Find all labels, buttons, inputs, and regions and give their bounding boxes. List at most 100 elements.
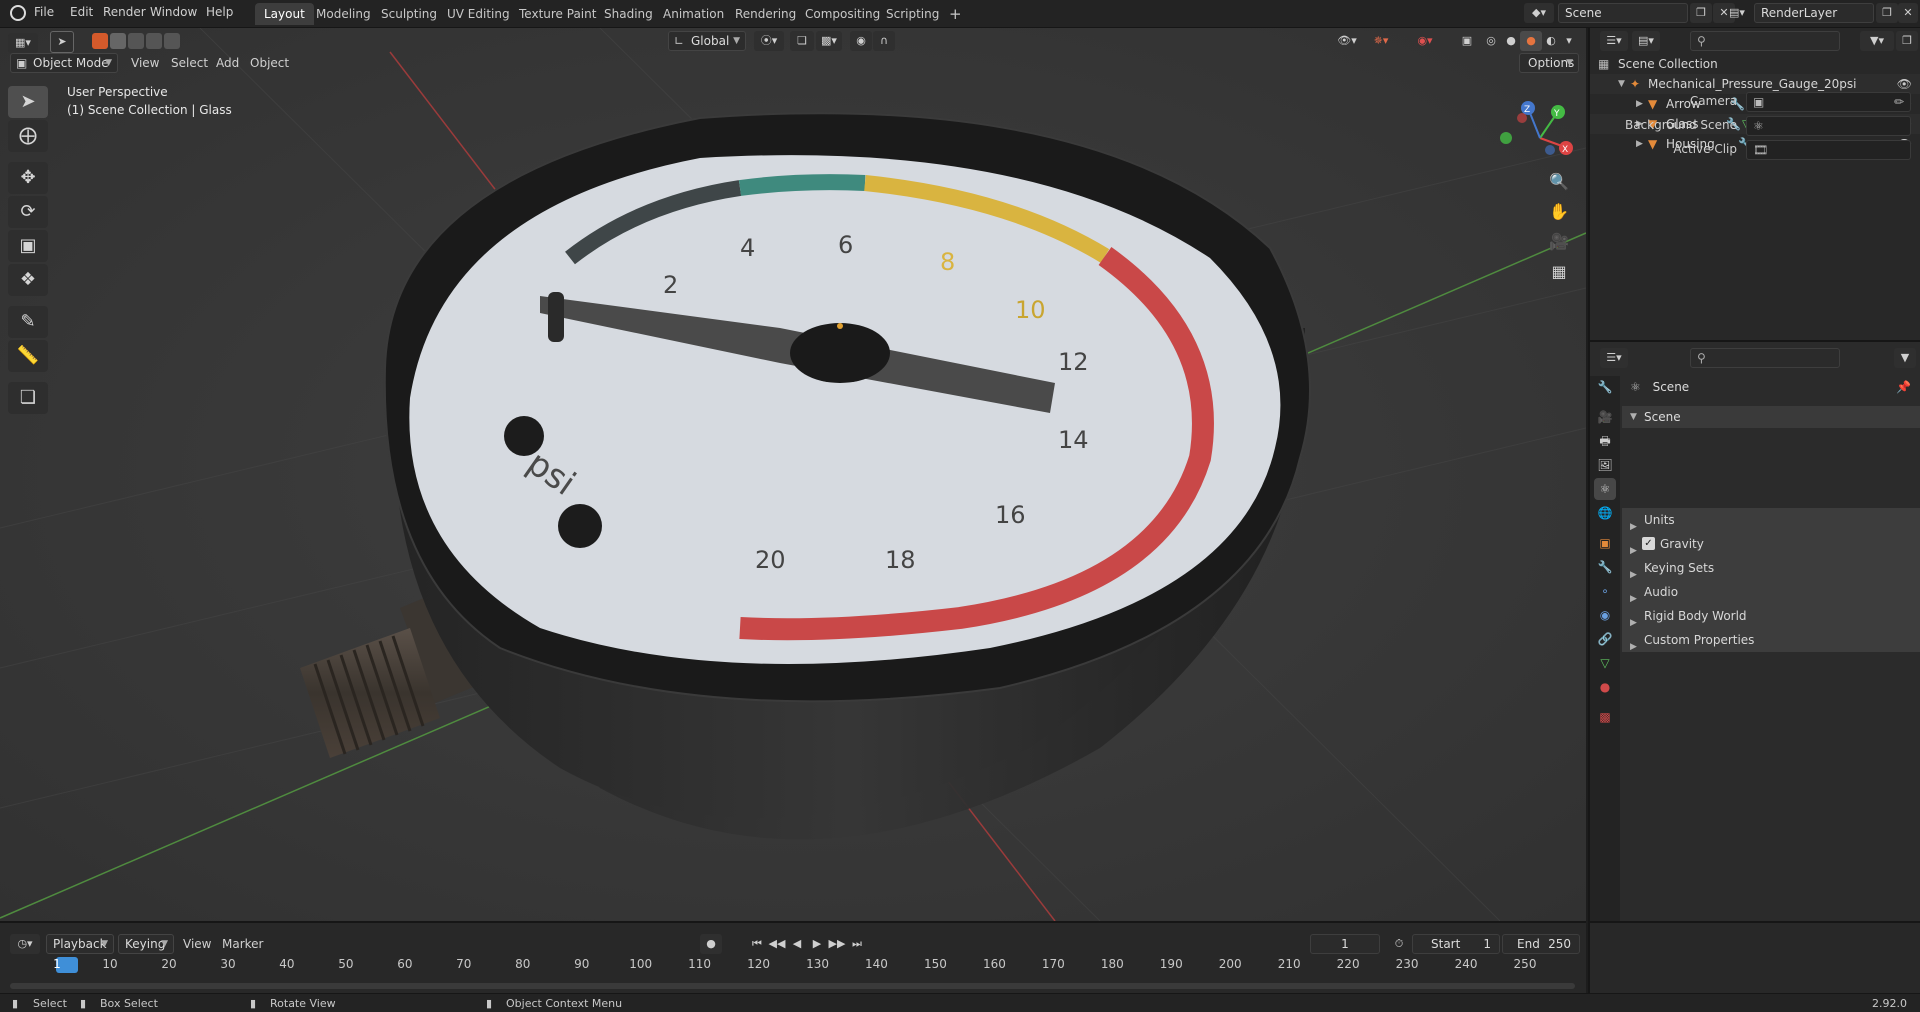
outliner-search-input[interactable]: ⚲ [1690, 31, 1840, 51]
scene-tab-icon[interactable]: ⚛ [1594, 478, 1616, 500]
pin-icon[interactable]: 📌 [1896, 380, 1911, 394]
rotate-tool[interactable]: ⟳ [8, 196, 48, 228]
particles-tab-icon[interactable]: ∘ [1594, 580, 1616, 602]
viewport-menu-add[interactable]: Add [216, 56, 239, 70]
snap-target-icon[interactable]: ▩▾ [816, 31, 842, 51]
new-view-layer-icon[interactable]: ❐ [1876, 3, 1898, 23]
new-scene-icon[interactable]: ❐ [1690, 3, 1712, 23]
properties-editor-type-icon[interactable]: ☰▾ [1600, 348, 1628, 368]
filter-icon[interactable]: ▼▾ [1860, 31, 1894, 51]
select-extend-icon[interactable] [110, 33, 126, 49]
proportional-edit-icon[interactable]: ◉ [850, 31, 872, 51]
view-layer-icon[interactable]: ▤▾ [1722, 3, 1752, 23]
select-subtract-icon[interactable] [128, 33, 144, 49]
gizmo-neg-z[interactable] [1545, 145, 1555, 155]
eyedropper-icon[interactable]: ✏ [1894, 95, 1904, 109]
add-workspace-button[interactable]: + [940, 3, 971, 25]
gizmo-toggle-icon[interactable]: ✵▾ [1366, 31, 1396, 51]
object-data-tab-icon[interactable]: ▽ [1594, 652, 1616, 674]
world-tab-icon[interactable]: 🌐 [1594, 502, 1616, 524]
tab-sculpting[interactable]: Sculpting [372, 3, 446, 25]
gizmo-neg-y[interactable] [1500, 132, 1512, 144]
menu-render[interactable]: Render [103, 5, 146, 19]
viewport-menu-select[interactable]: Select [171, 56, 208, 70]
jump-keyframe-back-icon[interactable]: ◀◀ [766, 934, 788, 954]
gravity-panel-header[interactable]: ▶ ✓ Gravity [1622, 532, 1920, 556]
jump-start-icon[interactable]: ⏮ [746, 934, 768, 954]
render-tab-icon[interactable]: 🎥 [1594, 406, 1616, 428]
output-tab-icon[interactable]: 🖶 [1594, 430, 1616, 452]
tab-rendering[interactable]: Rendering [726, 3, 805, 25]
background-scene-field[interactable]: ⚛ [1746, 116, 1911, 136]
outliner-editor-type-icon[interactable]: ☰▾ [1600, 31, 1628, 51]
menu-file[interactable]: File [34, 5, 54, 19]
tool-settings-tab-icon[interactable]: 🔧 [1594, 376, 1616, 398]
jump-end-icon[interactable]: ⏭ [846, 934, 868, 954]
tab-compositing[interactable]: Compositing [796, 3, 889, 25]
timeline-menu-marker[interactable]: Marker [222, 937, 263, 951]
shading-options-chevron-icon[interactable]: ▾ [1560, 31, 1578, 51]
rendered-shading-icon[interactable]: ◐ [1540, 31, 1562, 51]
texture-tab-icon[interactable]: ▩ [1594, 706, 1616, 728]
move-tool[interactable]: ✥ [8, 162, 48, 194]
pan-icon[interactable]: ✋ [1544, 198, 1574, 226]
editor-type-icon[interactable]: ▦▾ [8, 33, 38, 53]
ortho-grid-icon[interactable]: ▦ [1544, 258, 1574, 286]
properties-options-chevron-icon[interactable]: ▼ [1894, 348, 1916, 368]
select-box-tool[interactable]: ➤ [8, 86, 48, 118]
viewport-menu-view[interactable]: View [131, 56, 159, 70]
select-intersect-icon[interactable] [164, 33, 180, 49]
falloff-icon[interactable]: ∩ [873, 31, 895, 51]
outliner-row-scene-collection[interactable]: ▦ Scene Collection [1590, 54, 1920, 74]
object-tab-icon[interactable]: ▣ [1594, 532, 1616, 554]
new-collection-icon[interactable]: ❐ [1896, 31, 1918, 51]
pivot-point-icon[interactable]: ⦿▾ [754, 31, 784, 51]
menu-help[interactable]: Help [206, 5, 233, 19]
keying-sets-panel-header[interactable]: ▶ Keying Sets [1622, 556, 1920, 580]
add-cube-tool[interactable]: ❏ [8, 382, 48, 414]
tab-modeling[interactable]: Modeling [307, 3, 380, 25]
scale-tool[interactable]: ▣ [8, 230, 48, 262]
preview-range-clock-icon[interactable]: ⏱ [1388, 934, 1410, 954]
3d-viewport[interactable]: ▦▾ ➤ ∟ Global ▼ ⦿▾ ❏ ▩▾ ◉ ∩ 👁▾ ✵▾ ◉▾ ▣ ◎… [0, 28, 1586, 921]
material-preview-shading-icon[interactable]: ● [1520, 31, 1542, 51]
gizmo-neg-x[interactable] [1517, 113, 1527, 123]
constraints-tab-icon[interactable]: 🔗 [1594, 628, 1616, 650]
camera-field[interactable]: ▣ ✏ [1746, 92, 1911, 112]
modifier-tab-icon[interactable]: 🔧 [1594, 556, 1616, 578]
object-mode-dropdown[interactable]: ▣ Object Mode ▼ [10, 53, 118, 73]
select-invert-icon[interactable] [146, 33, 162, 49]
properties-search-input[interactable]: ⚲ [1690, 348, 1840, 368]
navigation-gizmo[interactable]: X Y Z [1500, 98, 1580, 178]
zoom-icon[interactable]: 🔍 [1544, 168, 1574, 196]
cursor-tool[interactable]: ⨁ [8, 120, 48, 152]
custom-properties-panel-header[interactable]: ▶ Custom Properties [1622, 628, 1920, 652]
keying-dropdown[interactable]: Keying ▼ [118, 934, 174, 954]
timeline-menu-view[interactable]: View [183, 937, 211, 951]
outliner-row-collection[interactable]: ▼ ✦ Mechanical_Pressure_Gauge_20psi 👁 [1590, 74, 1920, 94]
play-reverse-icon[interactable]: ◀ [786, 934, 808, 954]
menu-edit[interactable]: Edit [70, 5, 93, 19]
solid-shading-icon[interactable]: ● [1500, 31, 1522, 51]
select-new-icon[interactable] [92, 33, 108, 49]
transform-tool[interactable]: ❖ [8, 264, 48, 296]
visibility-icon[interactable]: 👁▾ [1332, 31, 1362, 51]
viewport-menu-object[interactable]: Object [250, 56, 289, 70]
xray-toggle-icon[interactable]: ▣ [1456, 31, 1478, 51]
scene-name-field[interactable]: Scene [1558, 3, 1688, 23]
play-icon[interactable]: ▶ [806, 934, 828, 954]
start-frame-field[interactable]: Start 1 [1412, 934, 1500, 954]
scene-panel-header[interactable]: ▼ Scene [1622, 406, 1920, 428]
tab-scripting[interactable]: Scripting [877, 3, 948, 25]
transform-orientation-dropdown[interactable]: ∟ Global ▼ [668, 31, 746, 51]
physics-tab-icon[interactable]: ◉ [1594, 604, 1616, 626]
timeline-scrollbar[interactable] [10, 983, 1575, 989]
blender-logo-icon[interactable] [10, 5, 26, 21]
scene-selector-icon[interactable]: ◆▾ [1524, 3, 1554, 23]
tab-uv-editing[interactable]: UV Editing [438, 3, 519, 25]
annotate-tool[interactable]: ✎ [8, 306, 48, 338]
tab-layout[interactable]: Layout [255, 3, 314, 25]
playback-dropdown[interactable]: Playback ▼ [46, 934, 114, 954]
display-mode-icon[interactable]: ▤▾ [1632, 31, 1660, 51]
material-tab-icon[interactable]: ● [1594, 676, 1616, 698]
